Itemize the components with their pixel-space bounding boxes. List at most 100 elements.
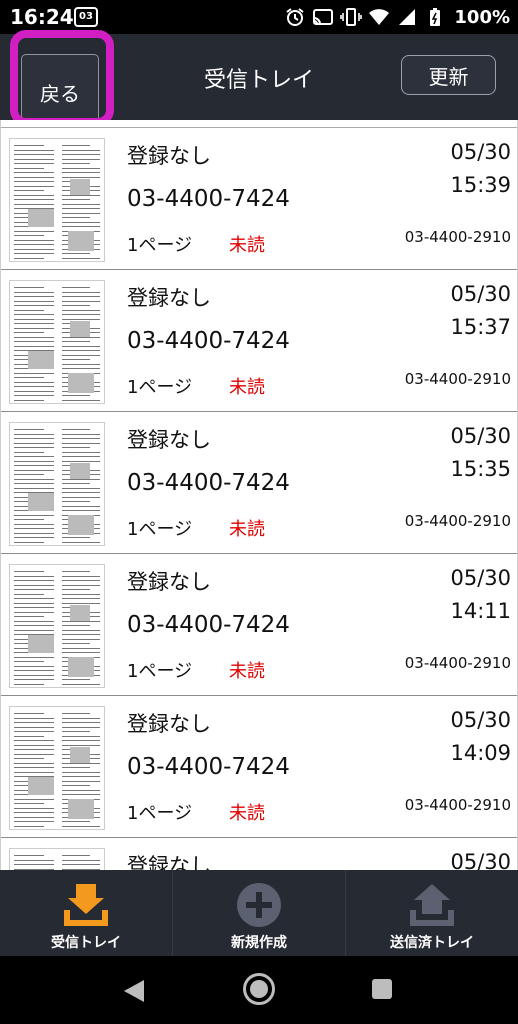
thumb-line [62,713,90,714]
thumb-line [62,399,100,401]
thumb-line [14,602,54,604]
thumb-line [62,647,100,649]
thumb-line [14,230,54,232]
thumb-line [62,167,100,169]
thumb-line [14,537,54,538]
receiver-number: 03-4400-2910 [404,228,511,246]
thumb-line [14,172,54,173]
thumb-line [14,323,54,324]
thumb-line [62,717,100,719]
sender-name: 登録なし [127,428,211,452]
list-item[interactable]: 登録なし 05/30 [1,838,517,870]
sender-name: 登録なし [127,854,211,870]
unread-badge: 未読 [229,803,265,824]
thumb-line [14,167,44,169]
thumb-line [62,354,100,356]
page-count: 1ページ [127,519,193,540]
thumb-line [62,483,90,484]
thumb-line [62,487,100,489]
thumb-line [14,145,44,146]
thumb-line [14,753,54,755]
thumb-line [14,487,54,489]
thumb-line [62,864,100,865]
thumb-line [62,176,100,178]
thumb-line [62,350,100,351]
thumb-line [14,291,54,293]
thumb-line [62,510,100,511]
system-recents-icon[interactable] [372,979,392,999]
nav-inbox[interactable]: 受信トレイ [0,870,172,956]
unread-badge: 未読 [229,661,265,682]
thumb-line [14,314,54,315]
system-back-icon[interactable] [122,978,146,1004]
thumb-line [62,359,90,360]
thumb-line [62,740,100,741]
status-time: 16:24 [10,5,74,29]
received-time: 14:09 [450,741,511,765]
thumb-line [14,154,54,155]
thumb-line [62,580,100,581]
thumb-line [14,740,54,741]
refresh-button[interactable]: 更新 [401,55,496,95]
thumb-figure [70,747,90,763]
thumb-line [14,656,54,658]
thumb-line [14,620,54,622]
unread-badge: 未読 [229,519,265,540]
page-count: 1ページ [127,377,193,398]
thumb-line [62,789,100,791]
thumb-line [62,172,100,173]
thumb-line [14,807,54,809]
inbox-download-icon [64,884,108,926]
thumb-line [62,287,90,288]
thumb-line [14,377,44,378]
thumb-line [14,598,54,599]
thumb-line [62,731,90,732]
thumb-line [14,336,54,338]
list-item[interactable]: 登録なし 03-4400-7424 1ページ 未読 05/30 15:39 03… [1,128,517,270]
thumb-line [14,616,44,617]
thumb-line [62,776,100,777]
list-item[interactable]: 登録なし 03-4400-7424 1ページ 未読 05/30 14:09 03… [1,696,517,838]
nav-outbox[interactable]: 送信済トレイ [345,870,518,956]
thumb-line [62,571,90,572]
list-item[interactable]: 登録なし 03-4400-7424 1ページ 未読 05/30 15:37 03… [1,270,517,412]
page-count: 1ページ [127,661,193,682]
inbox-list[interactable]: 登録なし 03-4400-7424 1ページ 未読 05/30 15:39 03… [0,120,518,870]
thumb-line [62,589,90,590]
thumb-line [62,780,100,782]
page-count: 1ページ [127,235,193,256]
nav-new[interactable]: 新規作成 [172,870,345,956]
thumb-line [14,717,54,719]
nav-outbox-label: 送信済トレイ [390,935,474,951]
thumb-figure [68,373,94,393]
thumb-line [14,390,54,392]
thumb-line [14,345,54,347]
thumb-line [14,194,54,196]
fax-thumbnail [9,138,105,262]
thumb-figure [70,463,90,479]
thumb-line [14,296,54,297]
thumb-figure [28,493,54,511]
thumb-line [14,474,44,475]
list-item[interactable]: 登録なし 03-4400-7424 1ページ 未読 05/30 15:35 03… [1,412,517,554]
unread-badge: 未読 [229,377,265,398]
unread-badge: 未読 [229,235,265,256]
thumb-line [62,785,90,786]
thumb-line [62,291,100,293]
thumb-line [62,257,100,259]
list-item[interactable]: 登録なし 03-4400-7424 1ページ 未読 05/30 14:11 03… [1,554,517,696]
received-date: 05/30 [450,566,511,590]
thumb-line [14,185,54,187]
thumb-line [62,643,90,644]
thumb-line [14,176,54,178]
receiver-number: 03-4400-2910 [404,512,511,530]
thumb-line [14,683,44,685]
sender-number: 03-4400-7424 [127,328,290,354]
system-home-icon[interactable] [243,973,275,1005]
thumb-line [62,537,90,538]
thumb-line [62,145,90,146]
received-time: 15:37 [450,315,511,339]
thumb-line [14,327,54,329]
sender-number: 03-4400-7424 [127,754,290,780]
battery-percent: 100% [454,6,510,28]
